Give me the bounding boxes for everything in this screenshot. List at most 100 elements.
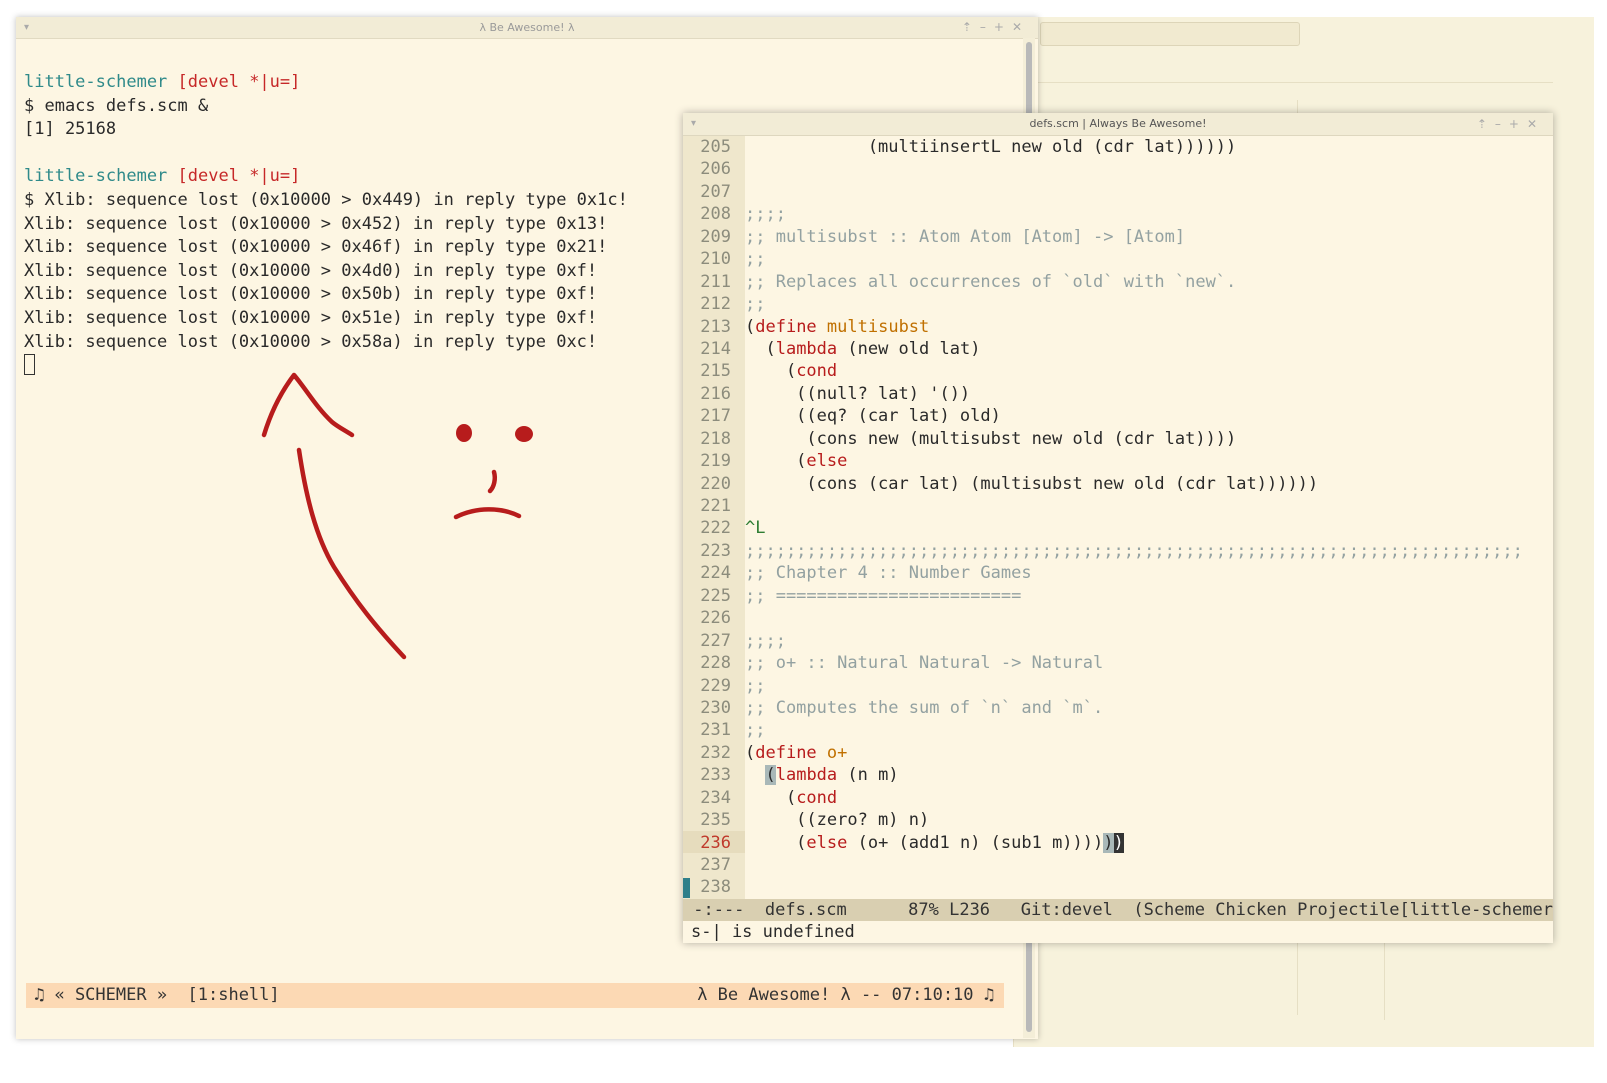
prompt-directory: little-schemer <box>24 72 168 92</box>
terminal-output[interactable]: little-schemer [devel *|u=] $ emacs defs.… <box>24 71 628 379</box>
line-number: 228 <box>700 653 731 674</box>
line-number: 206 <box>700 159 731 180</box>
window-controls[interactable]: ⇡–+✕ <box>962 17 1030 38</box>
status-session[interactable]: ♫ « SCHEMER » [1:shell] <box>34 983 280 1008</box>
code-line: 214 (lambda (new old lat) <box>693 338 1523 360</box>
code-line: 230 ;; Computes the sum of `n` and `m`. <box>693 697 1523 719</box>
code-line: 232 (define o+ <box>693 742 1523 764</box>
code-comment: ;; Chapter 4 :: Number Games <box>745 563 1032 584</box>
line-number: 211 <box>700 271 731 292</box>
terminal-text: [1] 25168 <box>24 119 117 140</box>
code-line: 231;; <box>693 719 1523 741</box>
code-keyword: else <box>806 832 848 853</box>
emacs-titlebar[interactable]: ▾ defs.scm | Always Be Awesome! ⇡–+✕ <box>683 113 1553 136</box>
terminal-text: Xlib: sequence lost (0x10000 > 0x58a) in… <box>24 331 598 352</box>
code-text: (new old lat) <box>837 338 981 359</box>
code-line: 238 <box>693 876 1523 898</box>
line-number: 218 <box>700 428 731 449</box>
code-text: ( <box>745 742 756 763</box>
code-comment: ;; ======================== <box>745 585 1022 606</box>
line-number: 230 <box>700 697 731 718</box>
terminal-line: Xlib: sequence lost (0x10000 > 0x46f) in… <box>24 236 628 260</box>
background-divider <box>1384 940 1385 1020</box>
line-number: 214 <box>700 338 731 359</box>
text-cursor: ) <box>1113 832 1124 853</box>
terminal-titlebar[interactable]: ▾ λ Be Awesome! λ ⇡–+✕ <box>16 17 1038 39</box>
terminal-text: Xlib: sequence lost (0x10000 > 0x4d0) in… <box>24 260 598 281</box>
terminal-line: $ emacs defs.scm & <box>24 95 628 119</box>
code-line: 223;;;;;;;;;;;;;;;;;;;;;;;;;;;;;;;;;;;;;… <box>693 540 1523 562</box>
line-number: 209 <box>700 226 731 247</box>
arrow-shaft <box>296 447 407 660</box>
terminal-line: Xlib: sequence lost (0x10000 > 0x4d0) in… <box>24 260 628 284</box>
emacs-window[interactable]: ▾ defs.scm | Always Be Awesome! ⇡–+✕ 205… <box>683 113 1553 943</box>
terminal-line: Xlib: sequence lost (0x10000 > 0x51e) in… <box>24 307 628 331</box>
code-text: (multiinsertL new old (cdr lat)))))) <box>745 137 1237 157</box>
code-comment: ;;;; <box>745 204 786 225</box>
terminal-line: Xlib: sequence lost (0x10000 > 0x50b) in… <box>24 283 628 307</box>
terminal-text: Xlib: sequence lost (0x10000 > 0x51e) in… <box>24 307 598 328</box>
code-line: 216 ((null? lat) '()) <box>693 383 1523 405</box>
code-line: 234 (cond <box>693 787 1523 809</box>
line-number: 222 <box>700 518 731 539</box>
code-line: 210;; <box>693 248 1523 270</box>
code-keyword: cond <box>796 361 838 382</box>
line-number: 234 <box>700 787 731 808</box>
code-text: ( <box>745 338 776 359</box>
line-number: 207 <box>700 181 731 202</box>
line-number: 208 <box>700 204 731 225</box>
code-text: ^L <box>745 518 766 539</box>
line-number: 220 <box>700 473 731 494</box>
tmux-status-bar: ♫ « SCHEMER » [1:shell] λ Be Awesome! λ … <box>26 983 1004 1008</box>
code-line: 220 (cons (car lat) (multisubst new old … <box>693 473 1523 495</box>
line-number: 213 <box>700 316 731 337</box>
code-keyword: define <box>755 316 817 337</box>
line-number: 237 <box>700 855 731 875</box>
terminal-text: Xlib: sequence lost (0x10000 > 0x46f) in… <box>24 237 608 258</box>
code-text: ((zero? m) n) <box>745 810 930 831</box>
code-line: 227;;;; <box>693 630 1523 652</box>
code-comment: ;; Computes the sum of `n` and `m`. <box>745 697 1104 718</box>
code-line: 218 (cons new (multisubst new old (cdr l… <box>693 428 1523 450</box>
code-keyword: define <box>755 742 817 763</box>
code-line: 219 (else <box>693 450 1523 472</box>
terminal-line: [1] 25168 <box>24 118 628 142</box>
code-buffer[interactable]: 205 (multiinsertL new old (cdr lat))))))… <box>693 136 1523 899</box>
line-number: 221 <box>700 496 731 516</box>
code-text: ( <box>745 832 807 853</box>
code-keyword: cond <box>796 787 838 808</box>
status-clock: λ Be Awesome! λ -- 07:10:10 ♫ <box>697 985 994 1005</box>
code-text: (o+ (add1 n) (sub1 m)))) <box>847 832 1104 853</box>
terminal-text: $ emacs defs.scm & <box>24 95 209 116</box>
window-menu-icon[interactable]: ▾ <box>691 113 696 135</box>
line-number: 225 <box>700 585 731 606</box>
code-line: 226 <box>693 607 1523 629</box>
terminal-cursor <box>24 354 35 376</box>
terminal-cursor-line <box>24 354 628 379</box>
line-number: 210 <box>700 249 731 270</box>
minibuffer[interactable]: s-| is undefined <box>691 921 855 943</box>
code-line: 211 ;; Replaces all occurrences of `old` … <box>693 271 1523 293</box>
window-controls[interactable]: ⇡–+✕ <box>1477 113 1545 135</box>
code-keyword: lambda <box>775 338 838 359</box>
window-menu-icon[interactable]: ▾ <box>24 17 29 38</box>
code-line: 229;; <box>693 675 1523 697</box>
sad-nose <box>487 469 498 494</box>
code-line: 235 ((zero? m) n) <box>693 809 1523 831</box>
terminal-line: Xlib: sequence lost (0x10000 > 0x452) in… <box>24 213 628 237</box>
code-text: ( <box>745 451 807 472</box>
line-number: 236 <box>700 832 731 853</box>
code-line: 212;; <box>693 293 1523 315</box>
code-function-name: o+ <box>826 742 848 763</box>
line-number: 233 <box>700 765 731 786</box>
sad-mouth <box>453 507 522 520</box>
code-comment: ;;;; <box>745 630 786 651</box>
code-line: 209 ;; multisubst :: Atom Atom [Atom] -> … <box>693 226 1523 248</box>
line-number: 216 <box>700 383 731 404</box>
prompt-git-branch: [devel *|u=] <box>177 72 301 92</box>
code-line: 222 ^L <box>693 517 1523 539</box>
code-text: ((eq? (car lat) old) <box>745 406 1001 427</box>
